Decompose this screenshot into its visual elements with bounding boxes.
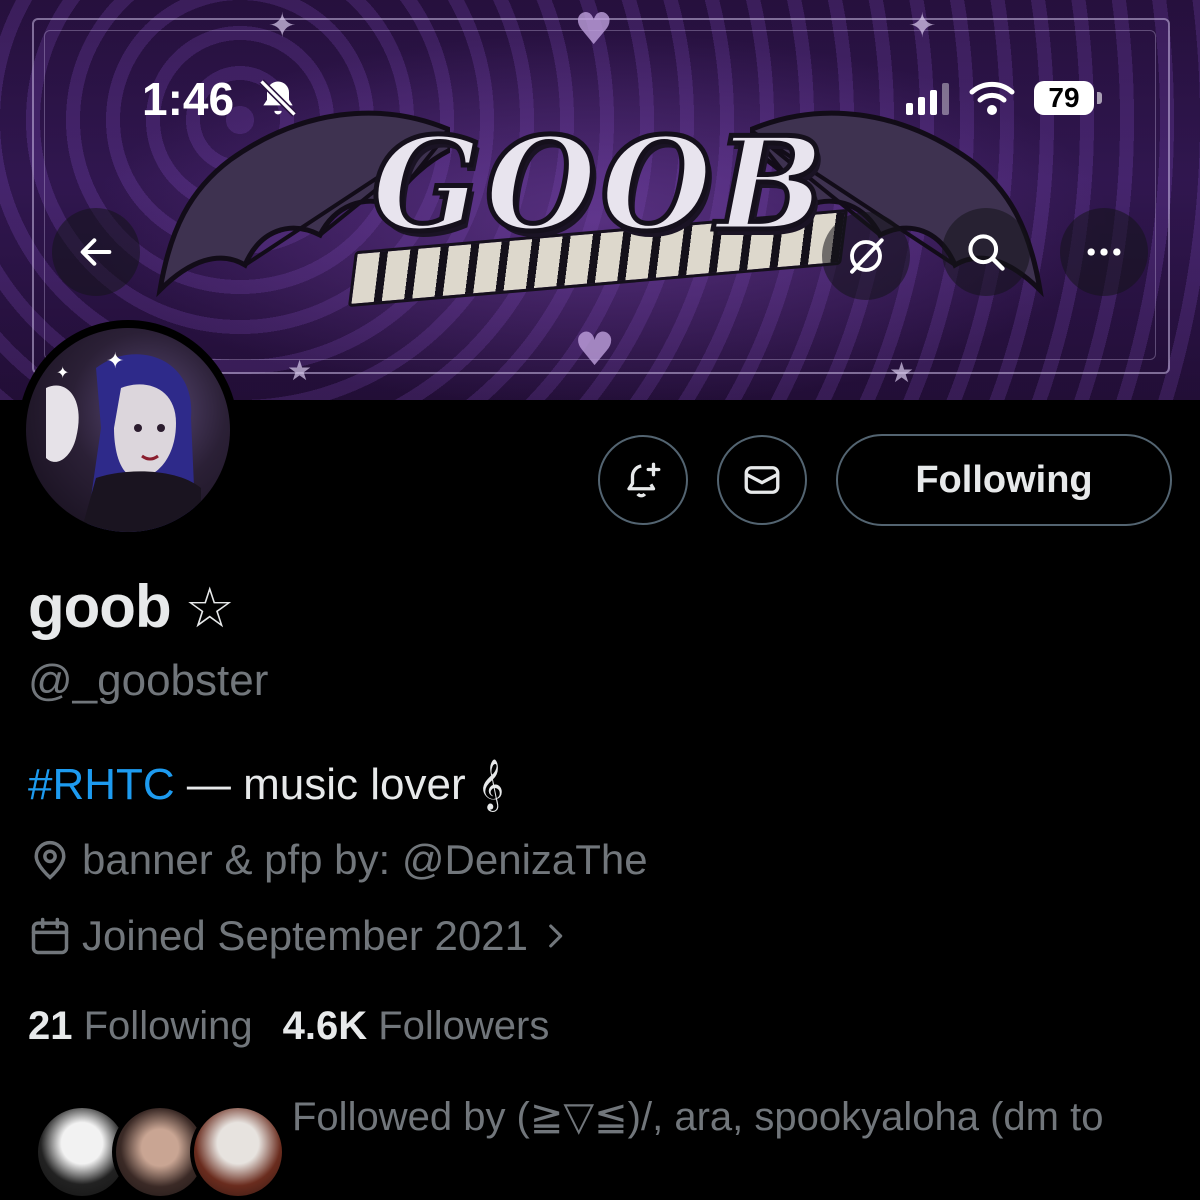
followed-by-avatars[interactable] [34, 1104, 286, 1200]
wifi-icon [969, 81, 1015, 115]
following-button[interactable]: Following [836, 434, 1172, 526]
grok-icon [850, 238, 884, 274]
profile-name: goob ☆ [28, 572, 235, 641]
calendar-icon [31, 917, 69, 955]
following-stat-link[interactable]: 21 Following [28, 1004, 253, 1049]
bio-text: — music lover 𝄞 [186, 760, 504, 809]
location-text: banner & pfp by: @DenizaThe [82, 836, 648, 883]
display-name: goob [28, 573, 172, 640]
followed-by-text[interactable]: Followed by (≧▽≦)/, ara, spookyaloha (dm… [292, 1094, 1103, 1140]
silent-bell-icon [259, 79, 297, 117]
bio-hashtag-link[interactable]: #RHTC [28, 760, 175, 809]
profile-avatar[interactable]: ✦ ✦ [18, 320, 238, 540]
followers-stat-link[interactable]: 4.6K Followers [283, 1004, 550, 1049]
svg-text:✦: ✦ [106, 349, 124, 374]
message-icon [744, 466, 780, 494]
notifications-button[interactable] [598, 435, 688, 525]
notification-bell-plus-icon [627, 462, 661, 498]
heart-ornament-icon: ♥ [574, 4, 614, 55]
back-arrow-icon [80, 238, 112, 266]
banner-logo: GOOB [340, 108, 860, 308]
grok-button[interactable] [822, 212, 910, 300]
heart-ornament-bottom-icon: ♥ [574, 322, 616, 376]
follow-stats: 21 Following 4.6K Followers [28, 1004, 549, 1049]
profile-bio: #RHTC — music lover 𝄞 [28, 760, 504, 810]
banner-logo-text: GOOB [369, 108, 829, 263]
avatar-image: ✦ ✦ [26, 328, 230, 532]
more-icon [1087, 248, 1121, 256]
avatar-illustration: ✦ ✦ [46, 349, 201, 532]
battery-indicator: 79 [1034, 81, 1102, 115]
profile-joined[interactable]: Joined September 2021 [28, 912, 582, 960]
follower-avatar [190, 1104, 286, 1200]
svg-text:✦: ✦ [56, 363, 69, 382]
sparkle-ornament-icon: ✦ [268, 6, 297, 46]
profile-handle: @_goobster [28, 656, 269, 705]
following-label: Following [83, 1004, 253, 1048]
sparkle-ornament-icon: ✦ [908, 6, 937, 46]
status-indicators: 79 [906, 80, 1102, 116]
search-button[interactable] [942, 208, 1030, 296]
search-icon [968, 234, 1005, 271]
followers-count: 4.6K [282, 1004, 368, 1048]
profile-location: banner & pfp by: @DenizaThe [28, 836, 648, 884]
star-ornament-icon: ★ [889, 356, 915, 389]
location-pin-icon [34, 840, 66, 880]
chevron-right-icon [549, 924, 563, 948]
status-time: 1:46 [142, 73, 235, 125]
message-button[interactable] [717, 435, 807, 525]
joined-text: Joined September 2021 [82, 912, 528, 959]
followers-label: Followers [378, 1004, 550, 1048]
more-button[interactable] [1060, 208, 1148, 296]
display-name-suffix: ☆ [184, 576, 235, 641]
following-count: 21 [28, 1004, 73, 1048]
back-button[interactable] [52, 208, 140, 296]
star-ornament-icon: ★ [287, 354, 313, 387]
cellular-signal-icon [906, 83, 949, 115]
